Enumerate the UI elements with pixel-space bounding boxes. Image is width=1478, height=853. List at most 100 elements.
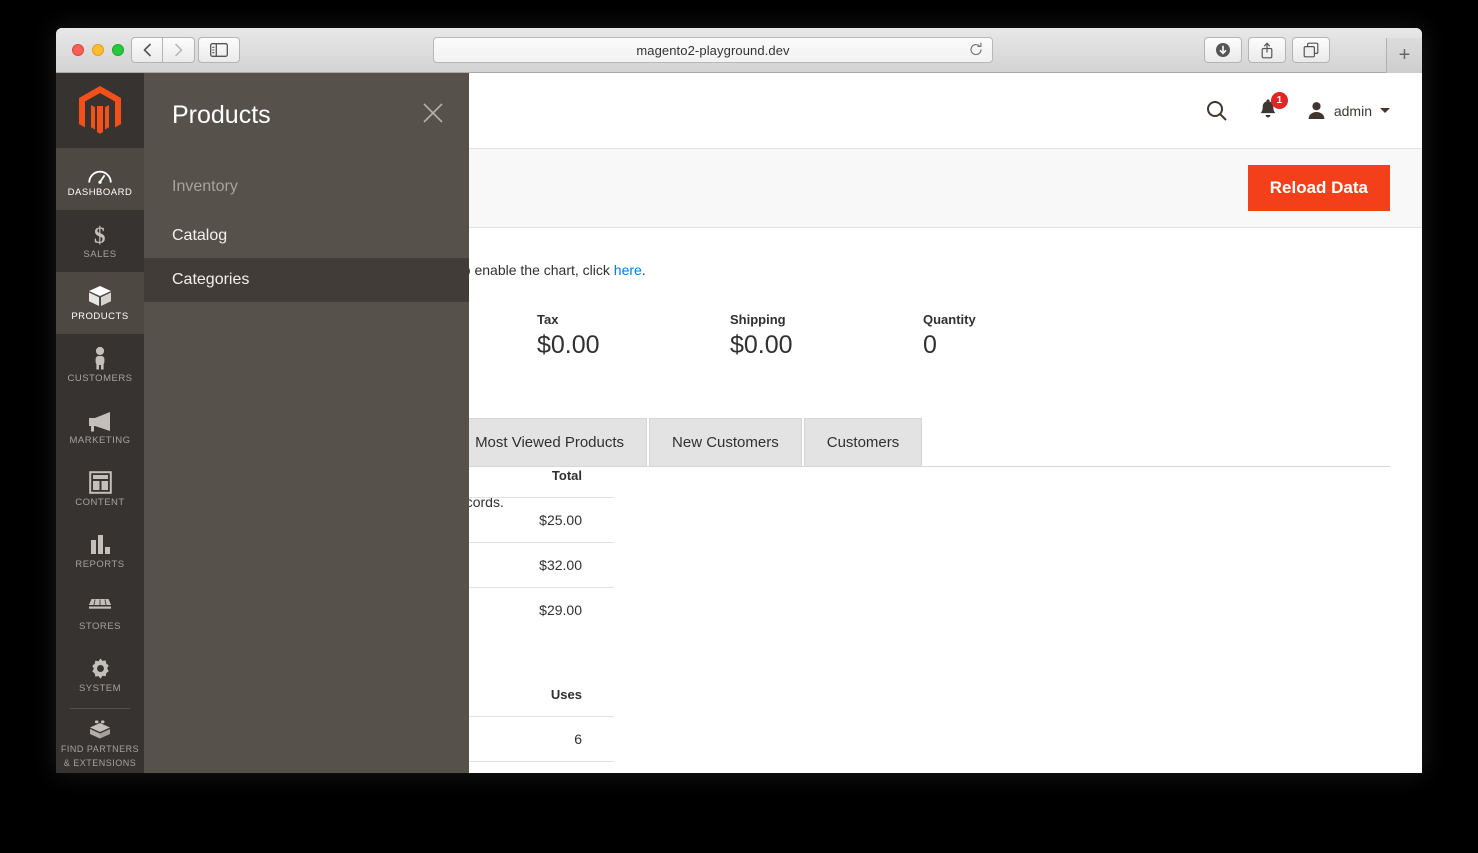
chevron-left-icon bbox=[143, 43, 152, 57]
sidebar-item-reports[interactable]: REPORTS bbox=[56, 520, 144, 582]
address-bar[interactable]: magento2-playground.dev bbox=[433, 37, 993, 63]
total-shipping: Shipping $0.00 bbox=[730, 312, 923, 360]
person-icon bbox=[92, 346, 108, 370]
browser-window: magento2-playground.dev bbox=[56, 28, 1422, 773]
close-icon bbox=[420, 100, 446, 126]
cell-uses: 6 bbox=[523, 717, 614, 762]
sidebar-item-label-line1: FIND PARTNERS bbox=[61, 744, 139, 754]
enable-chart-link[interactable]: here bbox=[614, 262, 642, 278]
sidebar-item-label: REPORTS bbox=[75, 560, 124, 571]
sidebar-item-label: CONTENT bbox=[75, 498, 124, 509]
maximize-window-button[interactable] bbox=[112, 44, 124, 56]
sidebar-item-label: STORES bbox=[79, 622, 121, 633]
navigation-buttons bbox=[131, 37, 195, 63]
admin-notifications-button[interactable]: 1 bbox=[1257, 99, 1279, 122]
sidebar-item-content[interactable]: CONTENT bbox=[56, 458, 144, 520]
flyout-header: Products bbox=[144, 73, 469, 130]
sidebar-item-label: SYSTEM bbox=[79, 684, 121, 695]
tab-overview-button[interactable] bbox=[1292, 37, 1330, 63]
toolbar-right-buttons bbox=[1204, 37, 1330, 63]
total-label: Shipping bbox=[730, 312, 923, 327]
sidebar-item-label: DASHBOARD bbox=[68, 188, 133, 199]
total-quantity: Quantity 0 bbox=[923, 312, 1116, 360]
blocks-icon bbox=[87, 716, 113, 740]
storefront-icon bbox=[87, 594, 113, 618]
back-button[interactable] bbox=[131, 37, 163, 63]
downloads-button[interactable] bbox=[1204, 37, 1242, 63]
page-viewport: 1 admin ? Reload Data Chart is disabled bbox=[56, 73, 1422, 773]
bar-chart-icon bbox=[89, 532, 112, 556]
total-value: 0 bbox=[923, 331, 1116, 360]
sidebar-item-marketing[interactable]: MARKETING bbox=[56, 396, 144, 458]
admin-user-menu[interactable]: admin bbox=[1307, 101, 1390, 120]
notification-badge: 1 bbox=[1271, 92, 1288, 109]
total-label: Tax bbox=[537, 312, 730, 327]
total-value: $0.00 bbox=[537, 331, 730, 360]
share-icon bbox=[1260, 42, 1274, 59]
tab-new-customers[interactable]: New Customers bbox=[649, 418, 802, 466]
layout-icon bbox=[89, 470, 112, 494]
flyout-title: Products bbox=[172, 101, 441, 130]
sidebar-item-label: PRODUCTS bbox=[71, 312, 128, 323]
cell-total: $29.00 bbox=[508, 588, 614, 633]
gauge-icon bbox=[88, 160, 112, 184]
toggle-sidebar-button[interactable] bbox=[198, 37, 240, 63]
total-label: Quantity bbox=[923, 312, 1116, 327]
browser-toolbar: magento2-playground.dev bbox=[56, 28, 1422, 73]
column-total: Total bbox=[508, 468, 614, 498]
tab-most-viewed-products[interactable]: Most Viewed Products bbox=[452, 418, 647, 466]
sidebar-item-label: MARKETING bbox=[70, 436, 131, 447]
cell-uses: 1 bbox=[523, 762, 614, 774]
column-uses: Uses bbox=[523, 687, 614, 717]
reload-icon bbox=[969, 42, 983, 57]
sidebar-item-products[interactable]: PRODUCTS bbox=[56, 272, 144, 334]
sidebar-item-find-partners[interactable]: FIND PARTNERS & EXTENSIONS bbox=[56, 709, 144, 773]
chevron-down-icon bbox=[1380, 108, 1390, 113]
sidebar-icon bbox=[210, 43, 228, 57]
cell-total: $32.00 bbox=[508, 543, 614, 588]
sidebar-item-label-line2: & EXTENSIONS bbox=[64, 758, 137, 768]
minimize-window-button[interactable] bbox=[92, 44, 104, 56]
dashboard-tabs: Bestsellers Most Viewed Products New Cus… bbox=[324, 417, 1390, 467]
person-icon bbox=[1307, 101, 1326, 120]
sidebar-item-system[interactable]: SYSTEM bbox=[56, 644, 144, 706]
sidebar-item-customers[interactable]: CUSTOMERS bbox=[56, 334, 144, 396]
tab-customers[interactable]: Customers bbox=[804, 418, 923, 466]
tabs-icon bbox=[1303, 42, 1319, 58]
sidebar-item-sales[interactable]: $ SALES bbox=[56, 210, 144, 272]
reload-data-button[interactable]: Reload Data bbox=[1248, 165, 1390, 211]
sidebar-item-label: CUSTOMERS bbox=[67, 374, 132, 385]
sidebar-item-stores[interactable]: STORES bbox=[56, 582, 144, 644]
reload-page-button[interactable] bbox=[969, 42, 983, 62]
forward-button[interactable] bbox=[163, 37, 195, 63]
sidebar-item-label: SALES bbox=[83, 250, 116, 261]
chart-note-suffix: . bbox=[642, 262, 646, 278]
megaphone-icon bbox=[87, 408, 113, 432]
gear-icon bbox=[89, 656, 112, 680]
cell-total: $25.00 bbox=[508, 498, 614, 543]
magento-logo-icon bbox=[79, 86, 121, 136]
svg-text:$: $ bbox=[94, 223, 106, 246]
window-traffic-lights bbox=[72, 44, 124, 56]
flyout-section-inventory: Inventory bbox=[144, 178, 469, 196]
flyout-item-catalog[interactable]: Catalog bbox=[144, 214, 469, 258]
close-window-button[interactable] bbox=[72, 44, 84, 56]
search-icon bbox=[1205, 99, 1229, 123]
chevron-right-icon bbox=[174, 43, 183, 57]
admin-sidebar-nav: DASHBOARD $ SALES PRODU bbox=[56, 73, 144, 773]
dollar-icon: $ bbox=[91, 222, 109, 246]
address-bar-text: magento2-playground.dev bbox=[636, 43, 789, 58]
admin-user-name: admin bbox=[1334, 103, 1372, 119]
total-value: $0.00 bbox=[730, 331, 923, 360]
close-flyout-button[interactable] bbox=[420, 100, 446, 126]
share-button[interactable] bbox=[1248, 37, 1286, 63]
sidebar-item-dashboard[interactable]: DASHBOARD bbox=[56, 148, 144, 210]
total-tax: Tax $0.00 bbox=[537, 312, 730, 360]
box-icon bbox=[87, 284, 113, 308]
magento-logo[interactable] bbox=[56, 73, 144, 148]
new-tab-button[interactable]: + bbox=[1386, 38, 1422, 73]
download-icon bbox=[1215, 42, 1231, 58]
admin-search-button[interactable] bbox=[1205, 99, 1229, 123]
products-flyout-panel: Products Inventory Catalog Categories bbox=[144, 73, 469, 773]
flyout-item-categories[interactable]: Categories bbox=[144, 258, 469, 302]
